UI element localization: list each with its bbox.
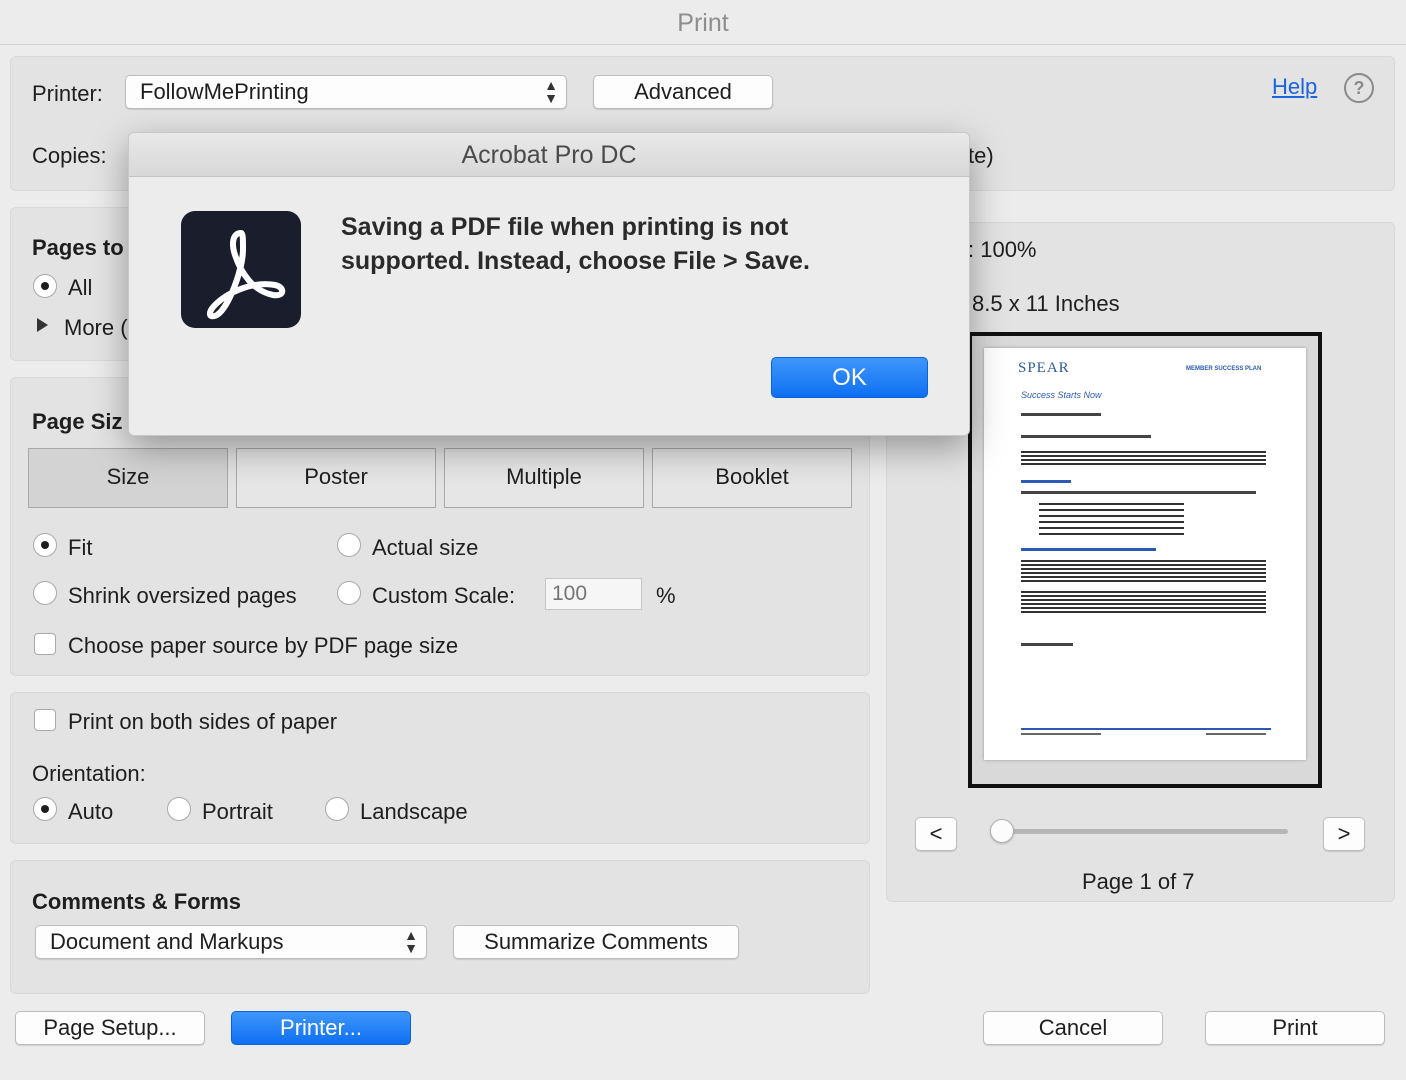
pages-heading: Pages to (32, 235, 124, 260)
copies-label: Copies: (32, 143, 107, 168)
cancel-button[interactable]: Cancel (983, 1011, 1163, 1045)
printer-select-value: FollowMePrinting (140, 79, 309, 104)
advanced-button[interactable]: Advanced (593, 75, 773, 109)
chevron-updown-icon: ▲ ▼ (544, 77, 558, 106)
paper-source-label: Choose paper source by PDF page size (68, 633, 459, 658)
help-icon[interactable]: ? (1344, 73, 1374, 103)
previous-page-button[interactable]: < (915, 817, 957, 851)
more-options-label[interactable]: More ( (64, 315, 128, 341)
doc-text-lines (1021, 413, 1271, 743)
shrink-label: Shrink oversized pages (68, 583, 297, 608)
page-slider-thumb[interactable] (990, 819, 1014, 843)
tab-poster[interactable]: Poster (236, 448, 436, 508)
chevron-updown-icon: ▲ ▼ (404, 927, 418, 956)
printer-select[interactable]: FollowMePrinting ▲ ▼ (125, 75, 567, 109)
orientation-auto-label: Auto (68, 799, 114, 824)
custom-scale-input[interactable] (545, 578, 642, 610)
page-slider-track[interactable] (1002, 829, 1288, 834)
alert-message-line2: supported. Instead, choose File > Save. (341, 247, 810, 275)
acrobat-symbol-icon (207, 230, 286, 320)
printer-button[interactable]: Printer... (231, 1011, 411, 1045)
doc-logo: SPEAR (1018, 360, 1070, 376)
fit-radio[interactable] (33, 533, 57, 557)
comments-select[interactable]: Document and Markups ▲ ▼ (35, 925, 427, 959)
preview-frame: SPEAR MEMBER SUCCESS PLAN Success Starts… (968, 332, 1322, 788)
alert-dialog: Acrobat Pro DC Saving a PDF file when pr… (128, 132, 970, 436)
disclosure-triangle-icon[interactable] (37, 318, 48, 332)
custom-scale-radio[interactable] (337, 581, 361, 605)
alert-title: Acrobat Pro DC (129, 133, 969, 177)
preview-page: SPEAR MEMBER SUCCESS PLAN Success Starts… (984, 348, 1306, 760)
orientation-label: Orientation: (32, 761, 146, 786)
alert-message-line1: Saving a PDF file when printing is not (341, 213, 789, 241)
comments-select-value: Document and Markups (50, 929, 284, 954)
doc-header: MEMBER SUCCESS PLAN (1186, 366, 1262, 372)
ok-button[interactable]: OK (771, 357, 928, 398)
printer-label: Printer: (32, 81, 103, 106)
all-pages-label: All (68, 275, 93, 300)
help-link[interactable]: Help (1272, 74, 1317, 100)
window-title: Print (0, 0, 1406, 45)
preview-size-text: 8.5 x 11 Inches (972, 291, 1120, 316)
tab-multiple[interactable]: Multiple (444, 448, 644, 508)
summarize-comments-button[interactable]: Summarize Comments (453, 925, 739, 959)
shrink-radio[interactable] (33, 581, 57, 605)
fit-label: Fit (68, 535, 93, 560)
orientation-landscape-radio[interactable] (325, 797, 349, 821)
custom-scale-label: Custom Scale: (372, 583, 516, 608)
page-indicator: Page 1 of 7 (1082, 869, 1195, 894)
tab-booklet[interactable]: Booklet (652, 448, 852, 508)
percent-label: % (656, 583, 676, 608)
actual-size-radio[interactable] (337, 533, 361, 557)
next-page-button[interactable]: > (1323, 817, 1365, 851)
orientation-landscape-label: Landscape (360, 799, 468, 824)
actual-size-label: Actual size (372, 535, 479, 560)
preview-scale-text: : 100% (968, 237, 1037, 262)
all-pages-radio[interactable] (33, 274, 57, 298)
paper-source-checkbox[interactable] (34, 633, 56, 655)
print-button[interactable]: Print (1205, 1011, 1385, 1045)
doc-subtitle: Success Starts Now (1021, 390, 1102, 400)
tab-size[interactable]: Size (28, 448, 228, 508)
orientation-portrait-radio[interactable] (167, 797, 191, 821)
comments-heading: Comments & Forms (32, 889, 242, 914)
page-setup-button[interactable]: Page Setup... (15, 1011, 205, 1045)
duplex-checkbox[interactable] (34, 709, 56, 731)
orientation-portrait-label: Portrait (202, 799, 273, 824)
duplex-label: Print on both sides of paper (68, 709, 338, 734)
page-sizing-heading: Page Siz (32, 409, 123, 434)
orientation-auto-radio[interactable] (33, 797, 57, 821)
copies-partial-text: te) (968, 143, 994, 168)
acrobat-logo-icon (181, 211, 301, 328)
